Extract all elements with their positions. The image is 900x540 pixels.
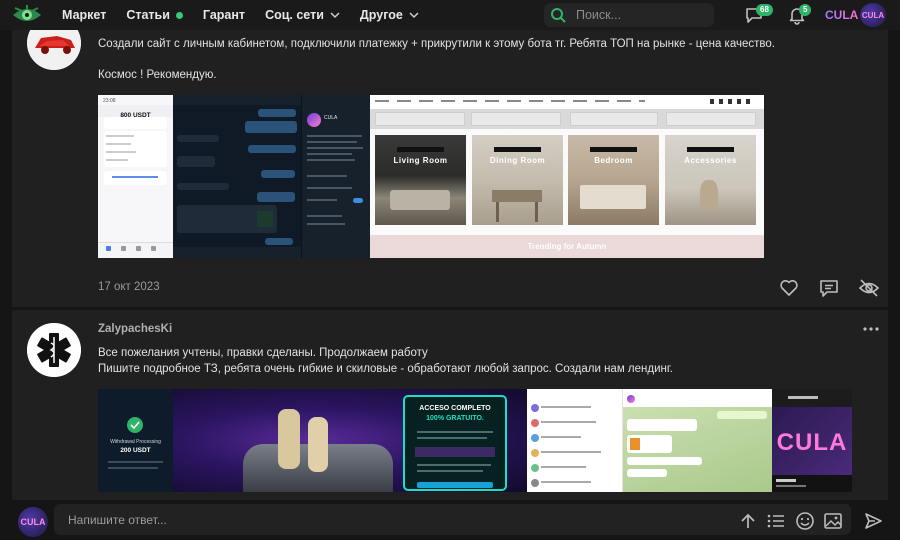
promo-title: ACCESO COMPLETO (419, 405, 491, 412)
reply-input[interactable] (66, 512, 570, 528)
profile-logo-text: CULA (776, 429, 848, 456)
main-nav: Маркет Статьи Гарант Соц. сети Другое (62, 0, 439, 30)
chevron-down-icon (409, 12, 419, 19)
avatar[interactable]: CULA (860, 3, 886, 27)
reply-field[interactable] (54, 504, 851, 535)
search-input[interactable] (574, 7, 708, 23)
hide-eye-icon[interactable] (858, 277, 880, 299)
send-icon[interactable] (863, 511, 883, 531)
avatar[interactable]: CULA (18, 507, 48, 537)
notifications-badge: 5 (799, 4, 812, 16)
attachment-shop-screenshot[interactable]: Living Room Dining Room Bedroom Accessor… (370, 95, 764, 258)
check-icon (130, 421, 140, 429)
image-icon[interactable] (823, 511, 843, 531)
more-options-icon[interactable] (862, 322, 880, 336)
post-author[interactable]: ZalypachesKi (98, 323, 172, 335)
attachment-telegram-desktop-screenshot[interactable] (527, 389, 772, 492)
author-avatar[interactable] (27, 323, 81, 377)
nav-item-social[interactable]: Соц. сети (265, 8, 340, 22)
nav-item-label: Соц. сети (265, 8, 324, 22)
post-text-line: Космос ! Рекомендую. (98, 69, 217, 81)
attachment-profile-screenshot[interactable]: CULA (772, 389, 852, 492)
category-label: Accessories (684, 156, 737, 165)
avatar-text: CULA (861, 10, 885, 20)
medical-star-icon (27, 323, 81, 377)
category-tile[interactable]: Living Room (375, 135, 466, 225)
nav-item-label: Гарант (202, 8, 246, 22)
category-label: Dining Room (489, 156, 546, 165)
attachment-phone-screenshot[interactable]: 23:08 800 USDT (98, 95, 173, 258)
nav-item-label: Маркет (62, 8, 107, 22)
post-text-line: Пишите подробное ТЗ, ребята очень гибкие… (98, 363, 673, 375)
nav-item-label: Статьи (126, 8, 170, 22)
post-date: 17 окт 2023 (98, 281, 160, 293)
category-label: Bedroom (594, 156, 633, 165)
category-tile[interactable]: Accessories (665, 135, 756, 225)
top-navigation: Маркет Статьи Гарант Соц. сети Другое 68… (0, 0, 900, 30)
eye-logo-icon[interactable] (12, 3, 42, 27)
withdrawal-amount: 200 USDT (120, 447, 151, 454)
arrow-up-icon[interactable] (738, 511, 758, 531)
nav-item-market[interactable]: Маркет (62, 8, 106, 22)
nav-item-label: Другое (359, 8, 403, 22)
attachment-telegram-screenshot[interactable]: CULA (173, 95, 370, 258)
search-box[interactable] (544, 3, 714, 27)
nav-item-other[interactable]: Другое (360, 8, 419, 22)
category-tile[interactable]: Bedroom (568, 135, 659, 225)
online-dot-icon (175, 11, 183, 19)
attachment-landing-screenshot[interactable]: ACCESO COMPLETO 100% GRATUITO. (173, 389, 527, 492)
post-text-line: Создали сайт с личным кабинетом, подключ… (98, 38, 775, 50)
search-icon (551, 8, 566, 23)
shop-banner: Trending for Autumn (370, 235, 764, 258)
nav-item-guarantee[interactable]: Гарант (203, 8, 245, 22)
post-text-line: Все пожелания учтены, правки сделаны. Пр… (98, 347, 428, 359)
category-label: Living Room (393, 156, 448, 165)
promo-subtitle: 100% GRATUITO. (426, 415, 484, 422)
attachment-withdrawal-screenshot[interactable]: Withdrawal Processing 200 USDT (98, 389, 173, 492)
category-tile[interactable]: Dining Room (472, 135, 563, 225)
payment-amount: 800 USDT (120, 112, 151, 119)
emoji-icon[interactable] (795, 511, 815, 531)
nav-item-articles[interactable]: Статьи (126, 8, 183, 22)
channel-name: CULA (324, 115, 338, 121)
comment-icon[interactable] (818, 277, 840, 299)
list-icon[interactable] (766, 511, 786, 531)
chevron-down-icon (330, 12, 340, 19)
username-label[interactable]: CULA (825, 8, 858, 22)
avatar-text: CULA (20, 517, 46, 527)
withdrawal-title: Withdrawal Processing (110, 439, 161, 445)
messages-badge: 68 (756, 4, 773, 16)
heart-icon[interactable] (778, 277, 800, 299)
